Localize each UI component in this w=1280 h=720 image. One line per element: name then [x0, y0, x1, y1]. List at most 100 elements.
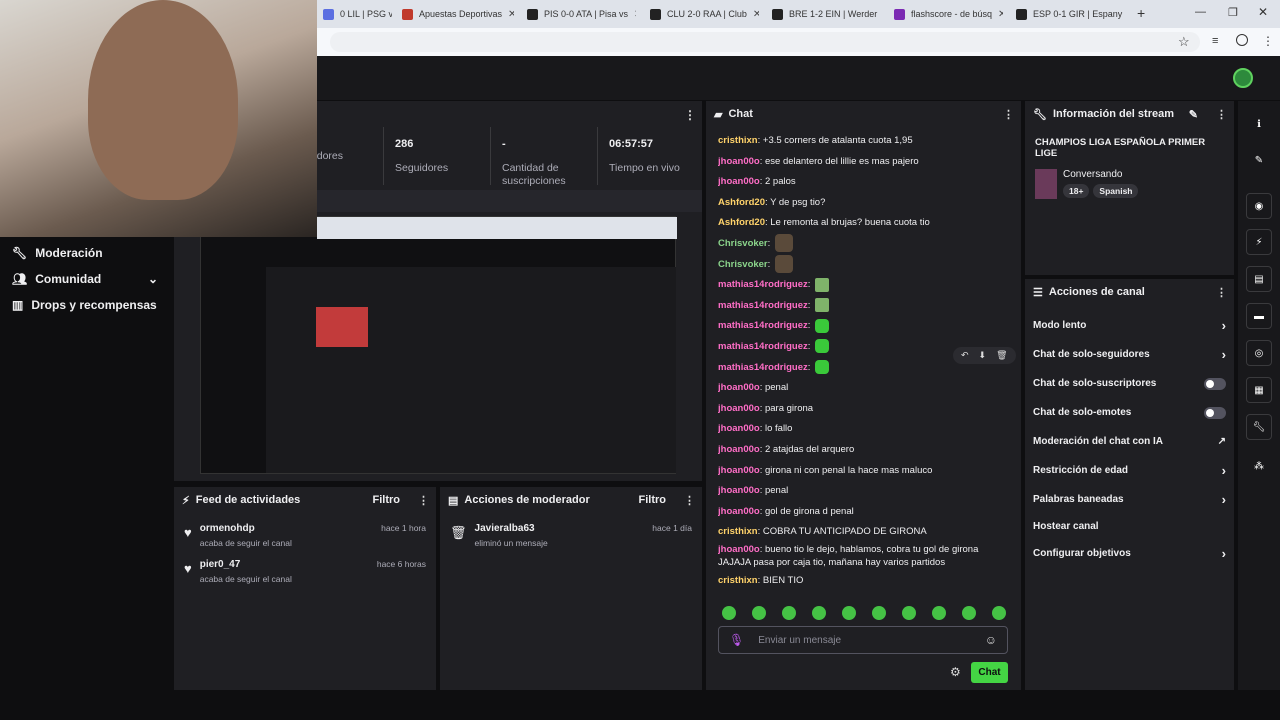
reply-icon[interactable]: ↶ [961, 350, 969, 361]
mod-menu-icon[interactable]: ⋮ [684, 494, 695, 507]
chat-message[interactable]: jhoan00o: lo fallo [718, 419, 1013, 440]
feed-item[interactable]: ♥ ormenohdp acaba de seguir el canal hace 1… [174, 523, 436, 559]
info-icon[interactable]: ℹ [1246, 111, 1272, 137]
chat-bubble-icon[interactable]: ▬ [1246, 303, 1272, 329]
chat-input[interactable]: 🎙︎ Enviar un mensaje ☺ [718, 626, 1008, 654]
wrench-icon[interactable]: 🔧︎ [1246, 414, 1272, 440]
edit-icon[interactable]: ✎ [1189, 108, 1198, 121]
browser-tab[interactable]: ESP 0-1 GIR | Espany✕ [1010, 4, 1125, 24]
channel-action[interactable]: Configurar objetivos › [1025, 539, 1234, 568]
chat-message[interactable]: mathias14rodriguez: [718, 316, 1013, 337]
close-tab-icon[interactable]: ✕ [753, 9, 759, 20]
emoji-icon[interactable]: ☺ [985, 633, 997, 647]
emote-icon[interactable] [722, 606, 736, 620]
stream-tag[interactable]: Spanish [1093, 184, 1139, 198]
chat-message[interactable]: Ashford20: Y de psg tio? [718, 193, 1013, 214]
pin-icon[interactable]: ⬇︎ [979, 350, 987, 361]
feed-filter-button[interactable]: Filtro [373, 494, 401, 506]
bolt-icon[interactable]: ⚡︎ [1246, 229, 1272, 255]
browser-tab[interactable]: BRE 1-2 EIN | Werder✕ [766, 4, 881, 24]
stat-3: 06:57:57 Tiempo en vivo [609, 138, 680, 174]
chat-menu-icon[interactable]: ⋮ [1003, 108, 1014, 121]
nav-moderation[interactable]: 🔧︎ Moderación [0, 240, 172, 266]
channel-action[interactable]: Moderación del chat con IA ↗ [1025, 427, 1234, 456]
emote-icon[interactable] [902, 606, 916, 620]
close-tab-icon[interactable]: ✕ [634, 9, 636, 20]
broadcast-icon[interactable]: ◎ [1246, 340, 1272, 366]
chat-message[interactable]: jhoan00o: 2 palos [718, 172, 1013, 193]
new-tab-button[interactable]: + [1137, 5, 1145, 21]
feed-menu-icon[interactable]: ⋮ [418, 494, 429, 507]
extensions-icon[interactable]: ≡ [1212, 35, 1218, 47]
browser-tab[interactable]: CLU 2-0 RAA | Club ✕ [644, 4, 759, 24]
chat-message[interactable]: mathias14rodriguez: [718, 275, 1013, 296]
more-icon[interactable]: ⁂ [1246, 453, 1272, 479]
preview-menu-icon[interactable]: ⋮ [684, 108, 696, 122]
chat-message[interactable]: cristhixn: BIEN TIO [718, 571, 1013, 592]
delete-icon[interactable]: 🗑︎ [996, 350, 1007, 361]
close-tab-icon[interactable]: ✕ [508, 9, 514, 20]
chat-message[interactable]: jhoan00o: 2 atajdas del arquero [718, 440, 1013, 461]
chat-message[interactable]: Ashford20: Le remonta al brujas? buena c… [718, 213, 1013, 234]
profile-icon[interactable] [1236, 34, 1248, 46]
chat-message[interactable]: jhoan00o: gol de girona d penal [718, 502, 1013, 523]
channel-action[interactable]: Hostear canal [1025, 514, 1234, 539]
close-tab-icon[interactable]: ✕ [998, 9, 1003, 20]
channel-action[interactable]: Chat de solo-seguidores › [1025, 340, 1234, 369]
chat-message[interactable]: mathias14rodriguez: [718, 296, 1013, 317]
grid-icon[interactable]: ▦ [1246, 377, 1272, 403]
chat-message[interactable]: cristhixn: +3.5 corners de atalanta cuot… [718, 131, 1013, 152]
info-menu-icon[interactable]: ⋮ [1216, 108, 1227, 121]
channel-action[interactable]: Chat de solo-emotes [1025, 398, 1234, 427]
stream-tag[interactable]: 18+ [1063, 184, 1090, 198]
channel-action[interactable]: Modo lento › [1025, 311, 1234, 340]
emote-icon[interactable] [812, 606, 826, 620]
emote-icon[interactable] [752, 606, 766, 620]
pencil-icon[interactable]: ✎ [1246, 147, 1272, 173]
browser-tab[interactable]: Apuestas Deportivas ✕ [396, 4, 514, 24]
url-field[interactable] [330, 32, 1200, 52]
emote-icon[interactable] [842, 606, 856, 620]
emote-icon[interactable] [992, 606, 1006, 620]
bookmark-star-icon[interactable]: ☆ [1178, 34, 1190, 50]
emote-icon[interactable] [872, 606, 886, 620]
toggle-switch[interactable] [1204, 406, 1226, 419]
browser-tab[interactable]: 0 LIL | PSG vs✕ [317, 4, 392, 24]
chat-message[interactable]: Chrisvoker: [718, 255, 1013, 276]
mod-filter-button[interactable]: Filtro [639, 494, 667, 506]
chat-message[interactable]: jhoan00o: bueno tio le dejo, hablamos, c… [718, 543, 1013, 571]
chat-message[interactable]: cristhixn: COBRA TU ANTICIPADO DE GIRONA [718, 522, 1013, 543]
browser-tab[interactable]: PIS 0-0 ATA | Pisa vs✕ [521, 4, 636, 24]
chat-message[interactable]: jhoan00o: penal [718, 378, 1013, 399]
close-window-icon[interactable]: ✕ [1258, 5, 1268, 19]
toggle-switch[interactable] [1204, 377, 1226, 390]
emote-suggestions[interactable] [722, 606, 1022, 622]
minimize-icon[interactable]: — [1195, 6, 1206, 18]
chat-message[interactable]: jhoan00o: penal [718, 481, 1013, 502]
feed-item[interactable]: 🗑︎ Javieralba63 eliminó un mensaje hace 1 d… [440, 523, 702, 559]
browser-tab[interactable]: flashscore - de búsq ✕ [888, 4, 1003, 24]
feed-item[interactable]: ♥ pier0_47 acaba de seguir el canal hace 6 … [174, 559, 436, 595]
send-chat-button[interactable]: Chat [971, 662, 1008, 683]
nav-drops[interactable]: ▥ Drops y recompensas [0, 292, 172, 318]
nav-community[interactable]: 👥︎ Comunidad ⌄ [0, 266, 172, 292]
maximize-icon[interactable]: ❐ [1228, 6, 1238, 19]
chat-message[interactable]: Chrisvoker: [718, 234, 1013, 255]
camera-icon[interactable]: ◉ [1246, 193, 1272, 219]
emote-icon[interactable] [962, 606, 976, 620]
user-avatar[interactable] [1233, 68, 1253, 88]
video-player[interactable] [200, 216, 677, 474]
actions-menu-icon[interactable]: ⋮ [1216, 286, 1227, 299]
channel-action[interactable]: Palabras baneadas › [1025, 485, 1234, 514]
emote-icon[interactable] [782, 606, 796, 620]
chat-message[interactable]: jhoan00o: girona ni con penal la hace ma… [718, 461, 1013, 482]
channel-action[interactable]: Restricción de edad › [1025, 456, 1234, 485]
chat-message[interactable]: jhoan00o: ese delantero del lillie es ma… [718, 152, 1013, 173]
chat-message[interactable]: jhoan00o: para girona [718, 399, 1013, 420]
microphone-icon[interactable]: 🎙︎ [729, 633, 744, 647]
browser-menu-icon[interactable]: ⋮ [1262, 34, 1274, 48]
chat-settings-icon[interactable]: ⚙ [950, 665, 961, 679]
document-icon[interactable]: ▤ [1246, 266, 1272, 292]
channel-action[interactable]: Chat de solo-suscriptores [1025, 369, 1234, 398]
emote-icon[interactable] [932, 606, 946, 620]
